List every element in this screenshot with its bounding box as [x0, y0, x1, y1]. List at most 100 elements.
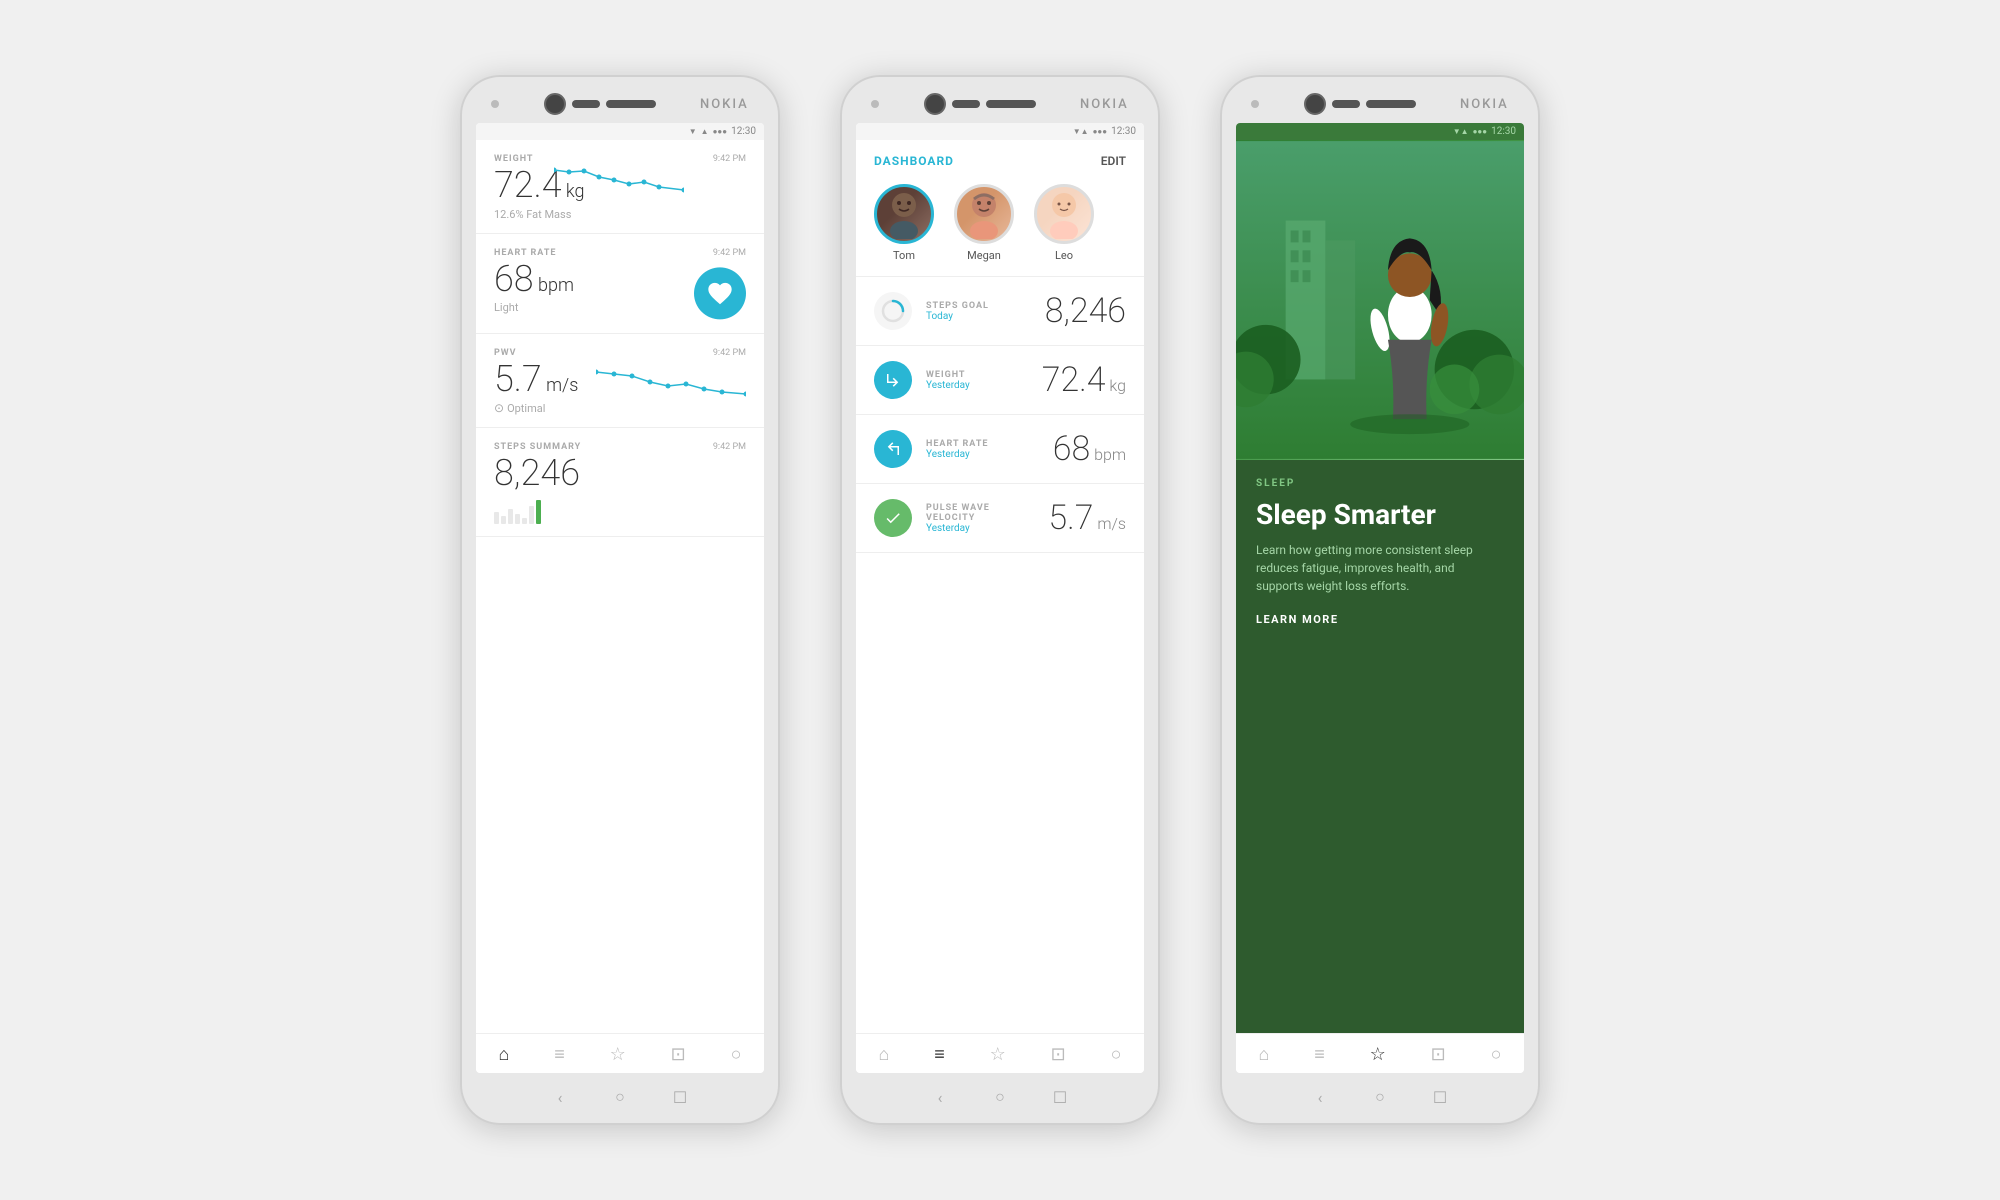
phone-3: NOKIA ▼▲ ●●● 12:30 — [1220, 75, 1540, 1125]
avatar-megan-circle — [954, 184, 1014, 244]
heart-icon-circle — [694, 267, 746, 319]
phone-3-time: 12:30 — [1491, 126, 1516, 137]
phone-1-nav-list[interactable]: ≡ — [554, 1044, 565, 1065]
dash-metric-pwv: PULSE WAVE VELOCITY Yesterday 5.7 m/s — [856, 484, 1144, 553]
pwv-time: 9:42 PM — [713, 348, 746, 358]
phone-1-recent-btn[interactable]: ☐ — [670, 1087, 690, 1107]
phone-3-nav-list[interactable]: ≡ — [1314, 1044, 1325, 1065]
phone-3-brand: NOKIA — [1460, 97, 1509, 112]
phone-2-dot — [871, 100, 879, 108]
avatar-megan[interactable]: Megan — [954, 184, 1014, 262]
avatar-leo[interactable]: Leo — [1034, 184, 1094, 262]
phone-1-nav-home[interactable]: ⌂ — [498, 1044, 509, 1065]
phone-3-nav-home[interactable]: ⌂ — [1258, 1044, 1269, 1065]
dash-metric-steps: STEPS GOAL Today 8,246 — [856, 277, 1144, 346]
steps-time: 9:42 PM — [713, 442, 746, 452]
pwv-check-icon — [884, 509, 902, 527]
phone-2-nav-list[interactable]: ≡ — [934, 1044, 945, 1065]
phone-2-camera — [924, 93, 946, 115]
avatar-tom-name: Tom — [893, 249, 915, 262]
steps-info: STEPS GOAL Today — [926, 301, 1031, 322]
phone-3-nav-star[interactable]: ☆ — [1370, 1044, 1386, 1065]
steps-bar-chart — [494, 500, 746, 524]
hero-image — [1236, 140, 1524, 460]
metric-steps: STEPS SUMMARY 9:42 PM 8,246 — [476, 428, 764, 537]
phone-3-small-bar — [1332, 100, 1360, 108]
phone-2-home-btn[interactable]: ○ — [990, 1087, 1010, 1107]
phone-3-nav-device[interactable]: ⊡ — [1431, 1044, 1446, 1065]
heart-icon — [706, 279, 734, 307]
phone-3-bottom-area: ‹ ○ ☐ — [1220, 1073, 1540, 1125]
dashboard-title: DASHBOARD — [874, 154, 954, 168]
dashboard-edit[interactable]: EDIT — [1101, 154, 1126, 168]
phone-3-screen: ▼▲ ●●● 12:30 — [1236, 123, 1524, 1073]
phone-2: NOKIA ▼▲ ●●● 12:30 DASHBOARD EDIT — [840, 75, 1160, 1125]
phone-1-speaker — [606, 100, 656, 108]
phone-1-back-btn[interactable]: ‹ — [550, 1087, 570, 1107]
phone-1-nav-device[interactable]: ⊡ — [671, 1044, 686, 1065]
phone-2-nav-device[interactable]: ⊡ — [1051, 1044, 1066, 1065]
phone-3-back-btn[interactable]: ‹ — [1310, 1087, 1330, 1107]
metric-heartrate: HEART RATE 9:42 PM 68 bpm Light — [476, 234, 764, 334]
phone-2-bottom-area: ‹ ○ ☐ — [840, 1073, 1160, 1125]
phone-2-back-btn[interactable]: ‹ — [930, 1087, 950, 1107]
weight-arrow-icon — [884, 371, 902, 389]
steps-value: 8,246 — [494, 454, 746, 494]
weight-dash-value: 72.4 kg — [1042, 360, 1126, 400]
phone-1-home-btn[interactable]: ○ — [610, 1087, 630, 1107]
phone-2-top-bar: NOKIA — [859, 93, 1141, 115]
phone-3-content: SLEEP Sleep Smarter Learn how getting mo… — [1236, 140, 1524, 1033]
weight-sub: 12.6% Fat Mass — [494, 208, 746, 221]
phone-2-speaker — [986, 100, 1036, 108]
pwv-dash-value: 5.7 m/s — [1048, 498, 1126, 538]
steps-value: 8,246 — [1045, 291, 1126, 331]
heartrate-dash-name: HEART RATE — [926, 439, 1039, 449]
phone-1-content: WEIGHT 9:42 PM 72.4 kg — [476, 140, 764, 1033]
learn-more-button[interactable]: LEARN MORE — [1256, 613, 1504, 626]
pwv-dash-name: PULSE WAVE VELOCITY — [926, 503, 1034, 523]
phone-2-recent-btn[interactable]: ☐ — [1050, 1087, 1070, 1107]
steps-name: STEPS GOAL — [926, 301, 1031, 311]
avatar-leo-circle — [1034, 184, 1094, 244]
phone-3-status-bar: ▼▲ ●●● 12:30 — [1236, 123, 1524, 140]
phone-2-status-bar: ▼▲ ●●● 12:30 — [856, 123, 1144, 140]
avatar-leo-name: Leo — [1055, 249, 1073, 262]
tom-face — [884, 189, 924, 239]
pwv-dash-info: PULSE WAVE VELOCITY Yesterday — [926, 503, 1034, 534]
weight-dash-sub: Yesterday — [926, 380, 1028, 391]
phone-2-bottom-nav: ⌂ ≡ ☆ ⊡ ○ — [856, 1033, 1144, 1073]
steps-progress-icon — [881, 299, 905, 323]
phone-2-nav-home[interactable]: ⌂ — [878, 1044, 889, 1065]
heartrate-label: HEART RATE — [494, 248, 746, 258]
weight-time: 9:42 PM — [713, 154, 746, 164]
leo-face — [1044, 189, 1084, 239]
heartrate-dash-info: HEART RATE Yesterday — [926, 439, 1039, 460]
phone-3-nav-person[interactable]: ○ — [1491, 1044, 1502, 1065]
megan-face — [964, 189, 1004, 239]
phone-1-status-bar: ▼ ▲ ●●● 12:30 — [476, 123, 764, 140]
dash-metric-weight: WEIGHT Yesterday 72.4 kg — [856, 346, 1144, 415]
phone-3-home-btn[interactable]: ○ — [1370, 1087, 1390, 1107]
phone-1-brand: NOKIA — [700, 97, 749, 112]
phone-3-recent-btn[interactable]: ☐ — [1430, 1087, 1450, 1107]
phone-2-nav-person[interactable]: ○ — [1111, 1044, 1122, 1065]
avatar-row: Tom — [856, 176, 1144, 277]
phone-1-nav-person[interactable]: ○ — [731, 1044, 742, 1065]
avatar-tom[interactable]: Tom — [874, 184, 934, 262]
phone-1: NOKIA ▼ ▲ ●●● 12:30 WEIGHT 9:42 PM 72.4 … — [460, 75, 780, 1125]
phone-1-screen: ▼ ▲ ●●● 12:30 WEIGHT 9:42 PM 72.4 kg — [476, 123, 764, 1073]
phone-2-nav-star[interactable]: ☆ — [990, 1044, 1006, 1065]
phone-1-nav-star[interactable]: ☆ — [610, 1044, 626, 1065]
pwv-dash-icon — [874, 499, 912, 537]
steps-label: STEPS SUMMARY — [494, 442, 746, 452]
pwv-label: PWV — [494, 348, 746, 358]
sleep-title: Sleep Smarter — [1256, 499, 1504, 531]
pwv-chart — [596, 364, 746, 402]
weight-dash-info: WEIGHT Yesterday — [926, 370, 1028, 391]
phone-2-screen: ▼▲ ●●● 12:30 DASHBOARD EDIT — [856, 123, 1144, 1073]
phone-1-small-bar — [572, 100, 600, 108]
phones-container: NOKIA ▼ ▲ ●●● 12:30 WEIGHT 9:42 PM 72.4 … — [0, 75, 2000, 1125]
metric-weight: WEIGHT 9:42 PM 72.4 kg — [476, 140, 764, 234]
heartrate-dash-sub: Yesterday — [926, 449, 1039, 460]
hero-svg — [1236, 140, 1524, 460]
